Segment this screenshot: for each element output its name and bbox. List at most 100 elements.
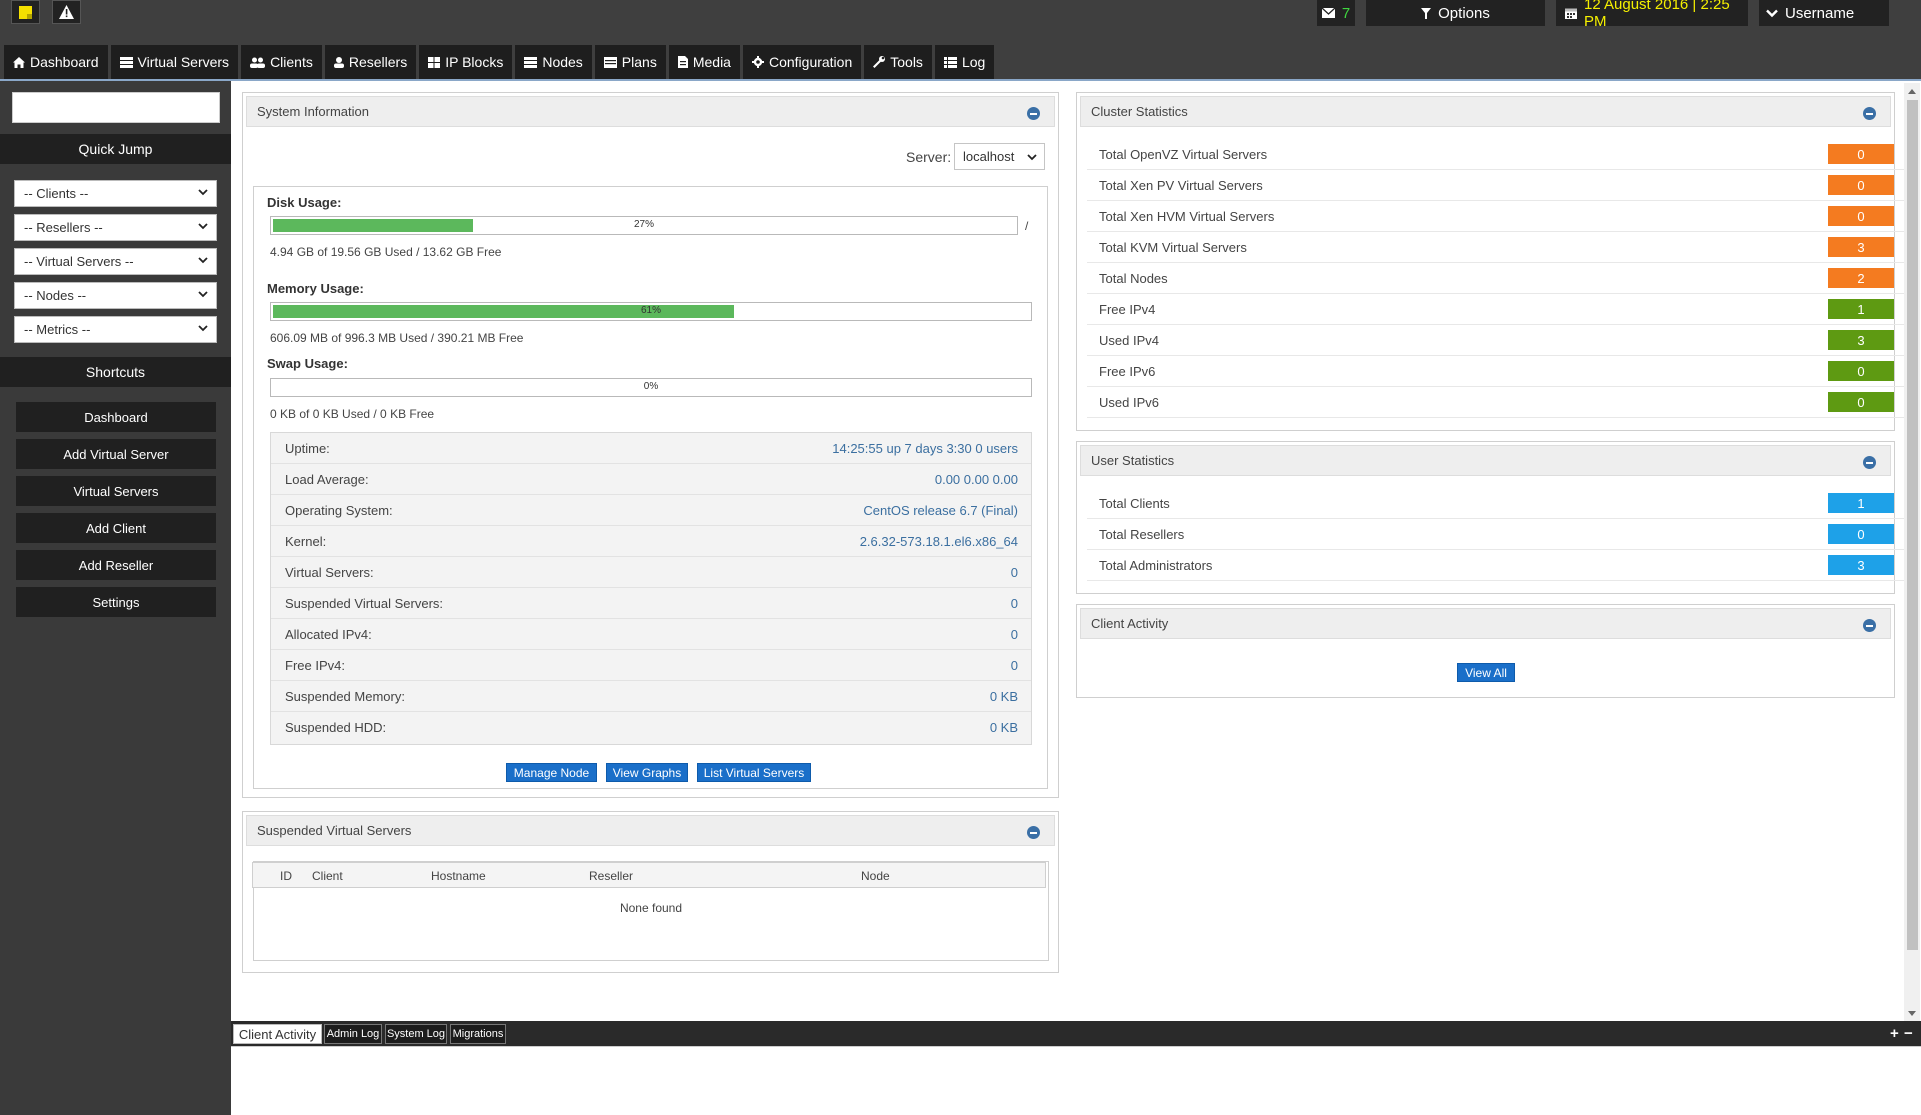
memory-usage-detail: 606.09 MB of 996.3 MB Used / 390.21 MB F…: [270, 331, 524, 345]
swap-usage-percent: 0%: [643, 381, 659, 392]
server-label: Server:: [906, 149, 952, 165]
menu-resellers[interactable]: Resellers: [324, 45, 417, 79]
info-row-uptime: Uptime: 14:25:55 up 7 days 3:30 0 users: [271, 433, 1031, 464]
resellers-select[interactable]: -- Resellers --: [14, 214, 217, 241]
virtual-servers-select[interactable]: -- Virtual Servers --: [14, 248, 217, 275]
shortcut-dashboard[interactable]: Dashboard: [16, 402, 216, 432]
collapse-log-icon[interactable]: −: [1904, 1025, 1913, 1042]
empty-state-text: None found: [619, 901, 683, 915]
menu-label: Configuration: [768, 54, 853, 70]
log-tab-client-activity[interactable]: Client Activity: [233, 1024, 322, 1044]
log-tab-admin-log[interactable]: Admin Log: [324, 1024, 382, 1044]
messages-button[interactable]: 7: [1317, 0, 1355, 26]
manage-node-button[interactable]: Manage Node: [506, 763, 597, 782]
datetime-display: 12 August 2016 | 2:25 PM: [1556, 0, 1748, 30]
scroll-down-icon[interactable]: [1906, 1007, 1918, 1019]
user-menu-button[interactable]: Username: [1759, 0, 1889, 26]
info-key: Uptime:: [285, 441, 330, 456]
menu-clients[interactable]: Clients: [241, 45, 322, 79]
collapse-icon[interactable]: [1863, 619, 1876, 632]
clients-select[interactable]: -- Clients --: [14, 180, 217, 207]
datetime-text: 12 August 2016 | 2:25 PM: [1584, 0, 1730, 30]
nodes-select[interactable]: -- Nodes --: [14, 282, 217, 309]
metrics-select[interactable]: -- Metrics --: [14, 316, 217, 343]
disk-usage-percent: 27%: [633, 219, 654, 230]
cluster-statistics-panel: Cluster Statistics Total OpenVZ Virtual …: [1076, 92, 1917, 431]
info-value: 2.6.32-573.18.1.el6.x86_64: [859, 534, 1018, 549]
options-button[interactable]: Options: [1366, 0, 1545, 26]
system-information-header: System Information: [246, 96, 1055, 127]
info-row-virtual-servers: Virtual Servers: 0: [271, 557, 1031, 588]
menu-plans[interactable]: Plans: [594, 45, 666, 79]
log-content-area: [231, 1046, 1921, 1115]
shortcut-add-reseller[interactable]: Add Reseller: [16, 550, 216, 580]
column-id: ID: [280, 869, 292, 883]
quick-search-input[interactable]: [12, 92, 220, 123]
info-key: Kernel:: [285, 534, 327, 549]
collapse-icon[interactable]: [1863, 107, 1876, 120]
stat-badge: 3: [1828, 555, 1894, 575]
collapse-icon[interactable]: [1863, 456, 1876, 469]
menu-media[interactable]: Media: [668, 45, 740, 79]
chevron-down-icon: [198, 189, 208, 196]
menu-log[interactable]: Log: [934, 45, 995, 79]
shortcut-add-client[interactable]: Add Client: [16, 513, 216, 543]
info-value: 14:25:55 up 7 days 3:30 0 users: [832, 441, 1018, 456]
wrench-icon: [873, 56, 886, 68]
stat-label: Total Xen HVM Virtual Servers: [1099, 209, 1275, 224]
user-icon: [333, 56, 344, 68]
menu-label: Resellers: [348, 54, 408, 70]
view-graphs-button[interactable]: View Graphs: [606, 763, 688, 782]
select-value: -- Clients --: [24, 186, 89, 201]
log-tab-migrations[interactable]: Migrations: [450, 1024, 506, 1044]
menu-label: Clients: [270, 54, 313, 70]
server-select[interactable]: localhost: [954, 143, 1045, 170]
shortcut-virtual-servers[interactable]: Virtual Servers: [16, 476, 216, 506]
username-label: Username: [1785, 4, 1855, 22]
log-tab-system-log[interactable]: System Log: [385, 1024, 447, 1044]
collapse-icon[interactable]: [1027, 107, 1040, 120]
menu-label: Log: [961, 54, 986, 70]
shortcut-add-virtual-server[interactable]: Add Virtual Server: [16, 439, 216, 469]
menu-ip-blocks[interactable]: IP Blocks: [419, 45, 513, 79]
menu-tools[interactable]: Tools: [864, 45, 932, 79]
menu-label: Virtual Servers: [137, 54, 230, 70]
disk-usage-label: Disk Usage:: [267, 195, 342, 210]
stat-label: Total Nodes: [1099, 271, 1168, 286]
options-label: Options: [1438, 4, 1490, 22]
menu-virtual-servers[interactable]: Virtual Servers: [110, 45, 239, 79]
cluster-stat-row: Free IPv6 0: [1087, 356, 1917, 387]
menu-configuration[interactable]: Configuration: [742, 45, 862, 79]
scroll-up-icon[interactable]: [1906, 86, 1918, 98]
warning-icon[interactable]: [52, 0, 81, 24]
info-value: 0: [1010, 658, 1018, 673]
scrollbar-thumb[interactable]: [1907, 100, 1918, 950]
calendar-icon: [1565, 8, 1577, 19]
stat-label: Total Resellers: [1099, 527, 1185, 542]
log-tab-bar: Client Activity Admin Log System Log Mig…: [231, 1021, 1921, 1046]
panel-title: Suspended Virtual Servers: [257, 823, 412, 838]
stat-badge: 2: [1828, 268, 1894, 288]
view-all-button[interactable]: View All: [1457, 663, 1515, 682]
stat-label: Total Clients: [1099, 496, 1170, 511]
top-bar: 7 Options 12 August 2016 | 2:25 PM Usern…: [0, 0, 1921, 80]
cluster-stat-row: Used IPv6 0: [1087, 387, 1917, 418]
chevron-down-icon: [198, 291, 208, 298]
grid-icon: [428, 56, 441, 68]
info-row-suspended-virtual-servers: Suspended Virtual Servers: 0: [271, 588, 1031, 619]
swap-usage-detail: 0 KB of 0 KB Used / 0 KB Free: [270, 407, 435, 421]
envelope-icon: [1321, 8, 1335, 18]
menu-nodes[interactable]: Nodes: [515, 45, 592, 79]
menu-dashboard[interactable]: Dashboard: [4, 45, 108, 79]
notes-icon[interactable]: [11, 0, 40, 24]
collapse-icon[interactable]: [1027, 826, 1040, 839]
stat-badge: 0: [1828, 361, 1894, 381]
stat-label: Used IPv6: [1099, 395, 1159, 410]
gear-icon: [751, 56, 764, 68]
info-value: 0 KB: [989, 720, 1018, 735]
expand-log-icon[interactable]: +: [1890, 1025, 1899, 1042]
shortcut-settings[interactable]: Settings: [16, 587, 216, 617]
user-statistics-header: User Statistics: [1080, 445, 1891, 476]
list-virtual-servers-button[interactable]: List Virtual Servers: [697, 763, 811, 782]
memory-usage-bar: 61%: [270, 302, 1032, 321]
